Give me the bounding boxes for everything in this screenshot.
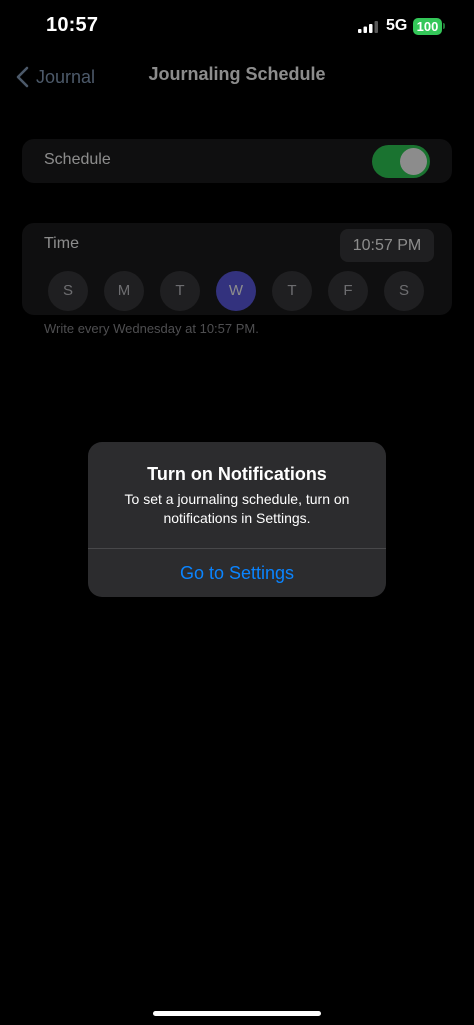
schedule-card: Schedule [22,139,452,183]
schedule-label: Schedule [44,151,111,168]
notifications-alert: Turn on Notifications To set a journalin… [88,442,386,597]
schedule-toggle[interactable] [372,145,430,178]
time-card: Time 10:57 PM S M T W T F S [22,223,452,315]
time-label: Time [44,235,79,252]
toggle-knob [400,148,427,175]
schedule-summary: Write every Wednesday at 10:57 PM. [44,321,259,336]
day-selector: S M T W T F S [48,271,428,311]
day-wednesday[interactable]: W [216,271,256,311]
alert-title: Turn on Notifications [147,464,327,484]
day-monday[interactable]: M [104,271,144,311]
home-indicator[interactable] [153,1011,321,1016]
day-saturday[interactable]: S [384,271,424,311]
go-to-settings-button[interactable]: Go to Settings [88,549,386,597]
day-sunday[interactable]: S [48,271,88,311]
time-picker[interactable]: 10:57 PM [340,229,434,262]
page-title: Journaling Schedule [148,64,326,84]
day-tuesday[interactable]: T [160,271,200,311]
day-thursday[interactable]: T [272,271,312,311]
day-friday[interactable]: F [328,271,368,311]
alert-message: To set a journaling schedule, turn on no… [124,491,350,526]
